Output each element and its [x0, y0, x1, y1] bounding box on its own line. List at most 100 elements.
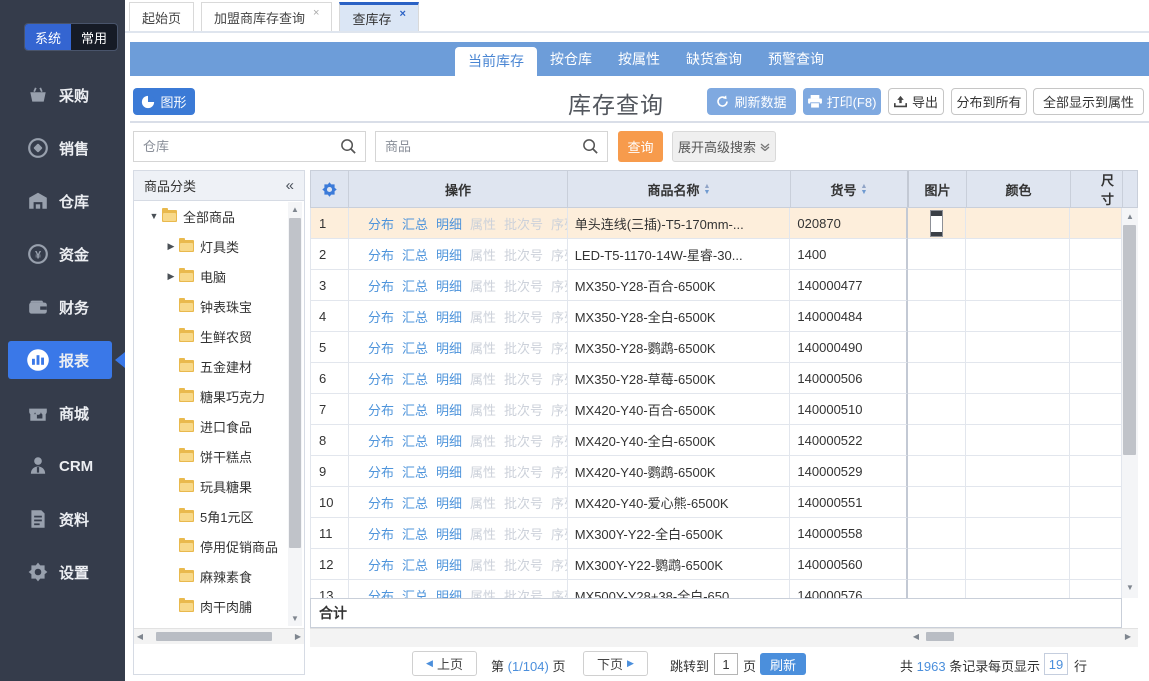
warehouse-search-input[interactable] — [143, 132, 333, 161]
table-row-3[interactable]: 3分布汇总明细属性批次号序列号MX350-Y28-百合-6500K1400004… — [311, 270, 1122, 301]
per-page-value[interactable]: 19 — [1044, 653, 1068, 675]
tree-node-5角1元区[interactable]: 5角1元区 — [134, 501, 304, 531]
tree-node-电脑[interactable]: ▶电脑 — [134, 261, 304, 291]
caret-down-icon[interactable]: ▼ — [146, 211, 162, 221]
scroll-up-icon[interactable]: ▲ — [288, 205, 302, 214]
sidebar-item-报表[interactable]: 报表 — [0, 340, 125, 380]
prev-page-button[interactable]: ◀ 上页 — [412, 651, 477, 676]
column-header-sku[interactable]: 货号▲▼ — [791, 171, 909, 207]
tree-node-饼干糕点[interactable]: 饼干糕点 — [134, 441, 304, 471]
close-icon[interactable]: × — [399, 8, 405, 20]
sidebar-item-仓库[interactable]: 仓库 — [0, 181, 125, 221]
column-header-size[interactable]: 尺寸 — [1071, 171, 1123, 207]
scroll-left-icon[interactable]: ◀ — [134, 632, 146, 641]
chart-button[interactable]: 图形 — [133, 88, 195, 115]
table-row-1[interactable]: 1分布汇总明细属性批次号序列号单头连线(三插)-T5-170mm-...0208… — [311, 208, 1122, 239]
tree-node-钟表珠宝[interactable]: 钟表珠宝 — [134, 291, 304, 321]
query-button[interactable]: 查询 — [618, 131, 663, 162]
row-action-分布[interactable]: 分布 — [368, 338, 394, 357]
toggle-common[interactable]: 常用 — [71, 24, 117, 50]
sidebar-item-商城[interactable]: 商城 — [0, 393, 125, 433]
sidebar-item-销售[interactable]: 销售 — [0, 128, 125, 168]
close-icon[interactable]: × — [313, 7, 319, 19]
row-action-明细[interactable]: 明细 — [436, 369, 462, 388]
view-tab-按仓库[interactable]: 按仓库 — [537, 42, 605, 76]
table-horizontal-scrollbar[interactable]: ◀ ▶ — [310, 628, 1138, 647]
table-row-4[interactable]: 4分布汇总明细属性批次号序列号MX350-Y28-全白-6500K1400004… — [311, 301, 1122, 332]
view-tab-按属性[interactable]: 按属性 — [605, 42, 673, 76]
table-row-9[interactable]: 9分布汇总明细属性批次号序列号MX420-Y40-鹦鹉-6500K1400005… — [311, 456, 1122, 487]
row-action-分布[interactable]: 分布 — [368, 462, 394, 481]
scroll-right-icon[interactable]: ▶ — [1122, 632, 1134, 641]
row-action-分布[interactable]: 分布 — [368, 400, 394, 419]
row-action-明细[interactable]: 明细 — [436, 555, 462, 574]
row-action-汇总[interactable]: 汇总 — [402, 524, 428, 543]
table-row-11[interactable]: 11分布汇总明细属性批次号序列号MX300Y-Y22-全白-6500K14000… — [311, 518, 1122, 549]
sidebar-item-设置[interactable]: 设置 — [0, 552, 125, 592]
row-action-分布[interactable]: 分布 — [368, 245, 394, 264]
row-action-汇总[interactable]: 汇总 — [402, 431, 428, 450]
next-page-button[interactable]: 下页 ▶ — [583, 651, 648, 676]
tree-node-五金建材[interactable]: 五金建材 — [134, 351, 304, 381]
row-action-汇总[interactable]: 汇总 — [402, 555, 428, 574]
sidebar-item-资金[interactable]: ¥资金 — [0, 234, 125, 274]
export-button[interactable]: 导出 — [888, 88, 944, 115]
caret-right-icon[interactable]: ▶ — [163, 241, 179, 252]
toggle-system[interactable]: 系统 — [25, 24, 71, 50]
tree-node-玩具糖果[interactable]: 玩具糖果 — [134, 471, 304, 501]
row-action-明细[interactable]: 明细 — [436, 245, 462, 264]
row-action-分布[interactable]: 分布 — [368, 493, 394, 512]
view-tab-缺货查询[interactable]: 缺货查询 — [673, 42, 755, 76]
row-action-分布[interactable]: 分布 — [368, 431, 394, 450]
row-action-汇总[interactable]: 汇总 — [402, 586, 428, 599]
jump-page-input[interactable] — [714, 653, 738, 675]
table-vertical-scrollbar[interactable]: ▲ ▼ — [1122, 208, 1138, 598]
refresh-page-button[interactable]: 刷新 — [760, 653, 806, 675]
row-action-分布[interactable]: 分布 — [368, 555, 394, 574]
row-action-分布[interactable]: 分布 — [368, 586, 394, 599]
column-header-color[interactable]: 颜色 — [967, 171, 1071, 207]
tree-node-全部商品[interactable]: ▼全部商品 — [134, 201, 304, 231]
row-action-明细[interactable]: 明细 — [436, 307, 462, 326]
row-action-明细[interactable]: 明细 — [436, 431, 462, 450]
search-icon[interactable] — [340, 138, 357, 155]
row-action-明细[interactable]: 明细 — [436, 524, 462, 543]
row-action-汇总[interactable]: 汇总 — [402, 276, 428, 295]
row-action-汇总[interactable]: 汇总 — [402, 462, 428, 481]
print-button[interactable]: 打印(F8) — [803, 88, 881, 115]
scroll-down-icon[interactable]: ▼ — [1122, 583, 1138, 592]
column-header-product-name[interactable]: 商品名称▲▼ — [568, 171, 791, 207]
column-settings-gear-icon[interactable] — [311, 171, 349, 207]
tree-node-停用促销商品[interactable]: 停用促销商品 — [134, 531, 304, 561]
column-header-image[interactable]: 图片 — [909, 171, 967, 207]
row-action-汇总[interactable]: 汇总 — [402, 493, 428, 512]
row-action-明细[interactable]: 明细 — [436, 214, 462, 233]
table-row-2[interactable]: 2分布汇总明细属性批次号序列号LED-T5-1170-14W-星睿-30...1… — [311, 239, 1122, 270]
view-tab-预警查询[interactable]: 预警查询 — [755, 42, 837, 76]
scroll-down-icon[interactable]: ▼ — [288, 614, 302, 623]
row-action-明细[interactable]: 明细 — [436, 586, 462, 599]
row-action-明细[interactable]: 明细 — [436, 400, 462, 419]
tree-node-生鲜农贸[interactable]: 生鲜农贸 — [134, 321, 304, 351]
doc-tab-加盟商库存查询[interactable]: 加盟商库存查询× — [201, 2, 332, 31]
row-action-汇总[interactable]: 汇总 — [402, 338, 428, 357]
row-action-汇总[interactable]: 汇总 — [402, 369, 428, 388]
row-action-分布[interactable]: 分布 — [368, 214, 394, 233]
row-action-明细[interactable]: 明细 — [436, 338, 462, 357]
sidebar-item-财务[interactable]: 财务 — [0, 287, 125, 327]
row-action-明细[interactable]: 明细 — [436, 462, 462, 481]
product-thumbnail[interactable] — [930, 210, 943, 237]
tree-node-糖果巧克力[interactable]: 糖果巧克力 — [134, 381, 304, 411]
collapse-panel-icon[interactable]: « — [286, 177, 294, 194]
show-all-attrs-button[interactable]: 全部显示到属性 — [1033, 88, 1144, 115]
row-action-汇总[interactable]: 汇总 — [402, 214, 428, 233]
column-header-operations[interactable]: 操作 — [349, 171, 568, 207]
sidebar-item-CRM[interactable]: CRM — [0, 446, 125, 486]
advanced-search-button[interactable]: 展开高级搜索 — [672, 131, 776, 162]
table-row-6[interactable]: 6分布汇总明细属性批次号序列号MX350-Y28-草莓-6500K1400005… — [311, 363, 1122, 394]
tree-node-肉干肉脯[interactable]: 肉干肉脯 — [134, 591, 304, 621]
scroll-up-icon[interactable]: ▲ — [1122, 212, 1138, 221]
caret-right-icon[interactable]: ▶ — [163, 271, 179, 282]
sidebar-item-采购[interactable]: 采购 — [0, 75, 125, 115]
row-action-明细[interactable]: 明细 — [436, 493, 462, 512]
